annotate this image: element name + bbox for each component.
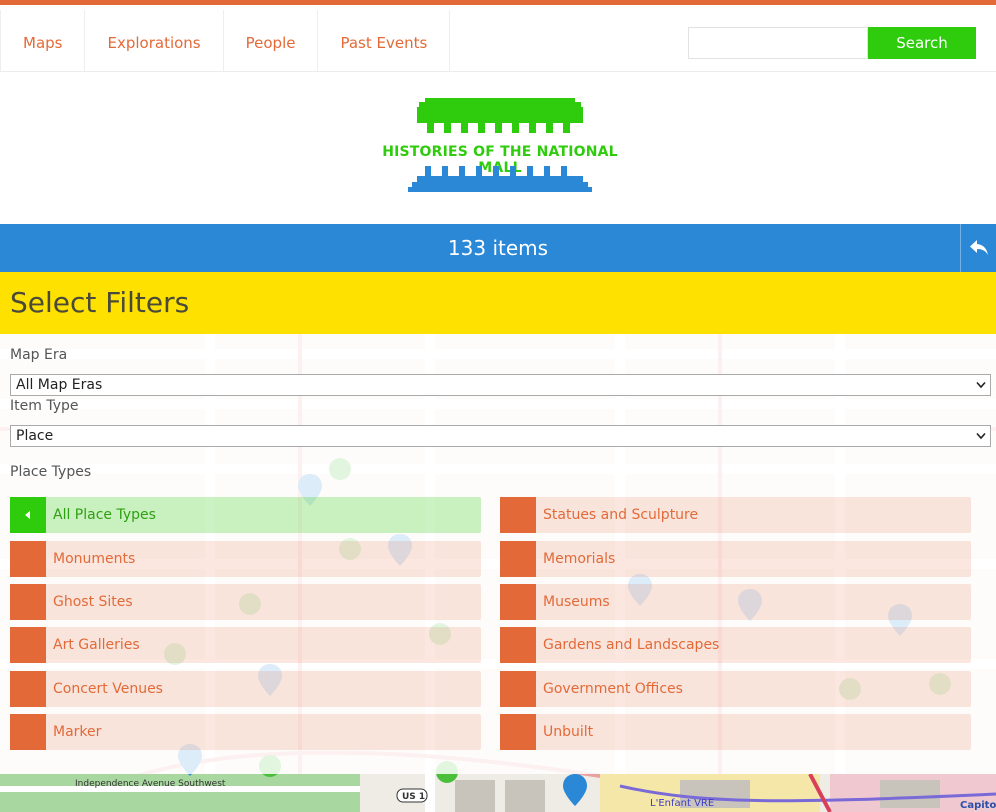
place-type-swatch <box>10 541 46 577</box>
map-label-capitol: Capito <box>960 800 996 811</box>
place-type-label: Art Galleries <box>53 637 140 653</box>
main-nav: Maps Explorations People Past Events <box>0 10 451 76</box>
nav-label: Maps <box>23 34 63 52</box>
place-type-label: Statues and Sculpture <box>543 507 699 523</box>
place-type-government-offices[interactable]: Government Offices <box>500 671 971 707</box>
place-type-label: Gardens and Landscapes <box>543 637 720 653</box>
reply-arrow-icon <box>969 240 988 255</box>
place-type-label: Museums <box>543 594 610 610</box>
place-types-label: Place Types <box>10 464 92 480</box>
place-type-swatch <box>500 627 536 663</box>
place-type-swatch <box>10 497 46 533</box>
search-button[interactable]: Search <box>868 27 976 59</box>
site-header: HISTORIES OF THE NATIONAL MALL <box>0 72 996 224</box>
map-era-select[interactable]: All Map Eras <box>10 374 991 396</box>
place-type-art-galleries[interactable]: Art Galleries <box>10 627 481 663</box>
logo-pediment-icon <box>417 98 583 133</box>
map-era-label: Map Era <box>10 347 68 363</box>
place-type-swatch <box>500 714 536 750</box>
caret-left-icon <box>25 511 30 519</box>
place-type-swatch <box>10 584 46 620</box>
place-type-label: Monuments <box>53 551 136 567</box>
nav-item-explorations[interactable]: Explorations <box>85 10 224 76</box>
item-type-label: Item Type <box>10 398 79 414</box>
place-type-memorials[interactable]: Memorials <box>500 541 971 577</box>
place-type-swatch <box>10 627 46 663</box>
item-type-select[interactable]: Place <box>10 425 991 447</box>
place-type-gardens[interactable]: Gardens and Landscapes <box>500 627 971 663</box>
items-count: 133 items <box>447 236 549 260</box>
map-area[interactable]: Independence Avenue Southwest US 1 L'Enf… <box>0 334 996 812</box>
nav-label: People <box>245 34 296 52</box>
item-type-selected: Place <box>16 428 54 444</box>
items-count-bar: 133 items <box>0 224 996 272</box>
place-type-label: Marker <box>53 724 102 740</box>
filters-title: Select Filters <box>10 286 190 319</box>
nav-label: Past Events <box>340 34 428 52</box>
filters-overlay: Map Era All Map Eras Item Type Place Pla… <box>0 334 996 774</box>
place-type-label: Memorials <box>543 551 616 567</box>
nav-item-past-events[interactable]: Past Events <box>318 10 451 76</box>
place-type-swatch <box>500 541 536 577</box>
logo-steps-icon <box>408 166 592 192</box>
place-type-swatch <box>500 497 536 533</box>
site-logo[interactable]: HISTORIES OF THE NATIONAL MALL <box>360 98 640 196</box>
top-navbar: Maps Explorations People Past Events Sea… <box>0 0 996 76</box>
place-type-label: Concert Venues <box>53 681 163 697</box>
search-input[interactable] <box>688 27 868 59</box>
place-type-swatch <box>10 714 46 750</box>
place-type-label: Ghost Sites <box>53 594 133 610</box>
filters-header: Select Filters <box>0 272 996 334</box>
place-type-label: All Place Types <box>53 507 156 523</box>
place-type-unbuilt[interactable]: Unbuilt <box>500 714 971 750</box>
place-type-all[interactable]: All Place Types <box>10 497 481 533</box>
place-type-concert-venues[interactable]: Concert Venues <box>10 671 481 707</box>
nav-label: Explorations <box>107 34 201 52</box>
nav-item-people[interactable]: People <box>224 10 319 76</box>
chevron-down-icon <box>976 432 986 440</box>
chevron-down-icon <box>976 381 986 389</box>
place-type-monuments[interactable]: Monuments <box>10 541 481 577</box>
place-type-swatch <box>500 671 536 707</box>
map-label-station: L'Enfant VRE <box>650 798 714 809</box>
place-type-museums[interactable]: Museums <box>500 584 971 620</box>
place-type-swatch <box>10 671 46 707</box>
place-type-swatch <box>500 584 536 620</box>
map-label-street: Independence Avenue Southwest <box>75 779 226 789</box>
map-label-shield: US 1 <box>402 792 425 802</box>
place-type-marker[interactable]: Marker <box>10 714 481 750</box>
place-type-label: Unbuilt <box>543 724 594 740</box>
place-type-statues[interactable]: Statues and Sculpture <box>500 497 971 533</box>
map-era-selected: All Map Eras <box>16 377 103 393</box>
back-button[interactable] <box>960 224 996 272</box>
place-type-ghost-sites[interactable]: Ghost Sites <box>10 584 481 620</box>
place-type-label: Government Offices <box>543 681 683 697</box>
nav-item-maps[interactable]: Maps <box>0 10 86 76</box>
